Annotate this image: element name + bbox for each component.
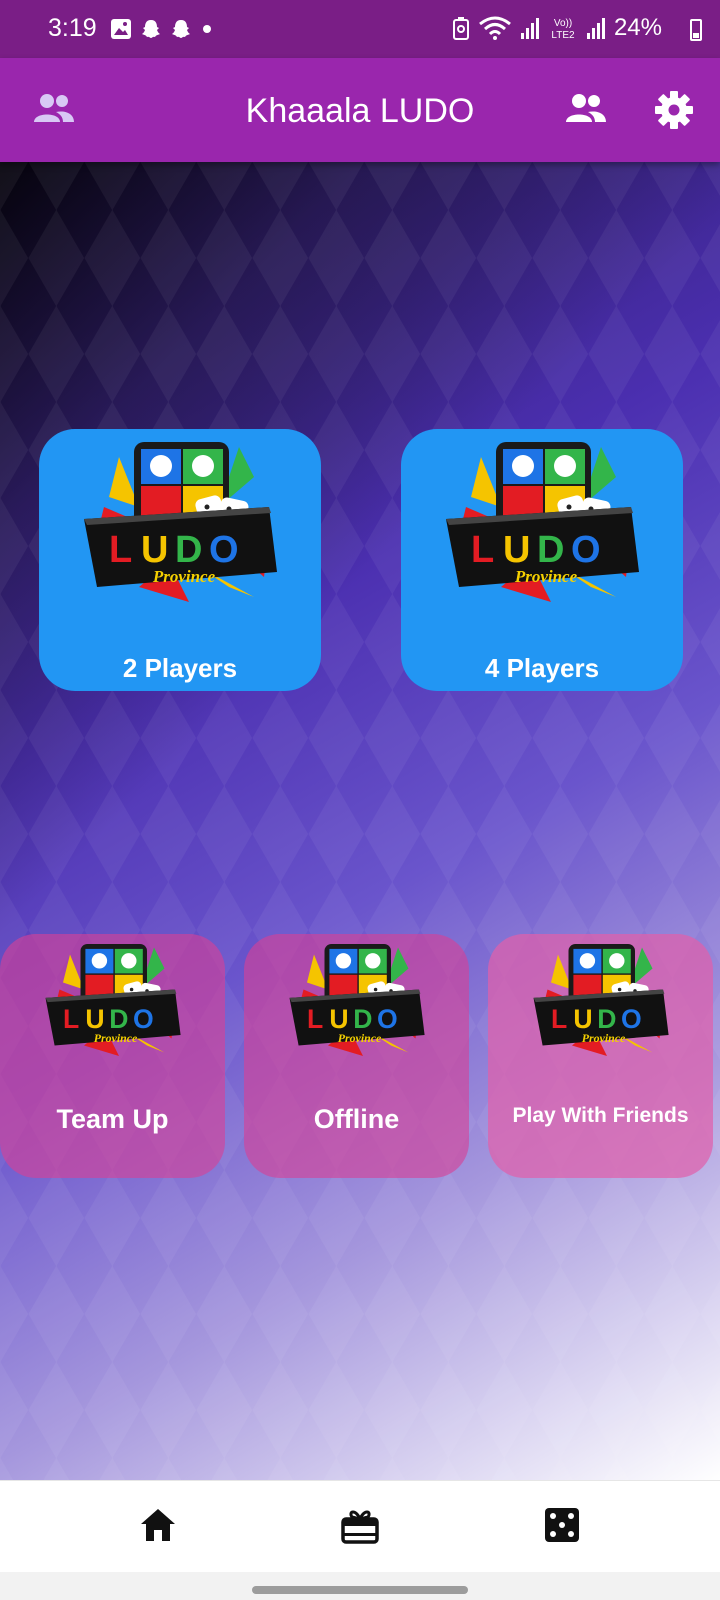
play-with-friends-button[interactable]: L U D O Province Play With Friends (488, 934, 713, 1178)
dot-icon (203, 25, 211, 33)
logo-letter-d: D (597, 1004, 616, 1034)
snapchat-icon (172, 20, 190, 38)
logo-letter-o: O (133, 1004, 154, 1034)
logo-letter-o: O (621, 1004, 642, 1034)
four-players-label: 4 Players (484, 653, 600, 683)
logo-letter-d: D (353, 1004, 372, 1034)
background-pattern (0, 162, 720, 1480)
snapchat-icon (142, 20, 160, 38)
play-with-friends-label: Play With Friends (512, 1104, 689, 1127)
gift-icon[interactable] (340, 1507, 380, 1545)
logo-letter-l: L (471, 529, 494, 571)
signal-icon (586, 18, 605, 39)
status-bar: 3:19 Vo)) LTE2 24% (0, 0, 720, 58)
logo-letter-l: L (551, 1004, 567, 1034)
wifi-icon (479, 16, 511, 40)
team-up-button[interactable]: L U D O Province Team Up (0, 934, 225, 1178)
logo-letter-d: D (175, 529, 202, 571)
logo-letter-d: D (109, 1004, 128, 1034)
logo-letter-u: U (141, 529, 168, 571)
offline-label: Offline (313, 1104, 400, 1134)
ludo-logo: L U D O Province (533, 944, 669, 1056)
two-players-label: 2 Players (122, 653, 238, 683)
logo-letter-l: L (307, 1004, 323, 1034)
app-bar: Khaaala LUDO (0, 58, 720, 162)
dice-icon[interactable] (544, 1507, 580, 1543)
four-players-button[interactable]: L U D O Province 4 Players (401, 429, 683, 691)
battery-icon (690, 19, 702, 41)
ludo-logo: L U D O Province (289, 944, 425, 1056)
logo-letter-l: L (63, 1004, 79, 1034)
bottom-nav (0, 1480, 720, 1572)
ludo-logo: L U D O Province (446, 442, 639, 602)
ludo-logo: L U D O Province (45, 944, 181, 1056)
logo-letter-o: O (571, 529, 601, 571)
logo-letter-l: L (109, 529, 132, 571)
logo-tagline: Province (582, 1031, 626, 1045)
status-time: 3:19 (48, 14, 97, 42)
app-title: Khaaala LUDO (245, 92, 475, 130)
status-right-icons: Vo)) LTE2 24% (452, 14, 662, 42)
battery-saver-icon (452, 17, 469, 40)
logo-letter-o: O (209, 529, 239, 571)
signal-icon (520, 18, 539, 39)
logo-letter-u: U (573, 1004, 592, 1034)
logo-letter-o: O (377, 1004, 398, 1034)
status-notification-icons (110, 18, 214, 40)
logo-tagline: Province (338, 1031, 382, 1045)
gallery-icon (111, 19, 131, 39)
gesture-bar[interactable] (252, 1586, 468, 1594)
battery-percent: 24% (613, 14, 662, 41)
logo-tagline: Province (94, 1031, 138, 1045)
logo-tagline: Province (152, 567, 216, 586)
logo-letter-u: U (85, 1004, 104, 1034)
logo-letter-u: U (329, 1004, 348, 1034)
two-players-button[interactable]: L U D O Province 2 Players (39, 429, 321, 691)
volte-icon: Vo)) LTE2 (551, 18, 575, 40)
offline-button[interactable]: L U D O Province Offline (244, 934, 469, 1178)
logo-letter-u: U (503, 529, 530, 571)
gear-icon[interactable] (654, 90, 694, 130)
ludo-logo: L U D O Province (84, 442, 277, 602)
volte-label-top: Vo)) (554, 18, 572, 29)
logo-tagline: Province (514, 567, 578, 586)
people-icon[interactable] (564, 92, 608, 126)
home-icon[interactable] (139, 1507, 177, 1543)
logo-letter-d: D (537, 529, 564, 571)
team-up-label: Team Up (56, 1104, 169, 1134)
background (0, 162, 720, 1480)
volte-label-bottom: LTE2 (551, 30, 575, 40)
